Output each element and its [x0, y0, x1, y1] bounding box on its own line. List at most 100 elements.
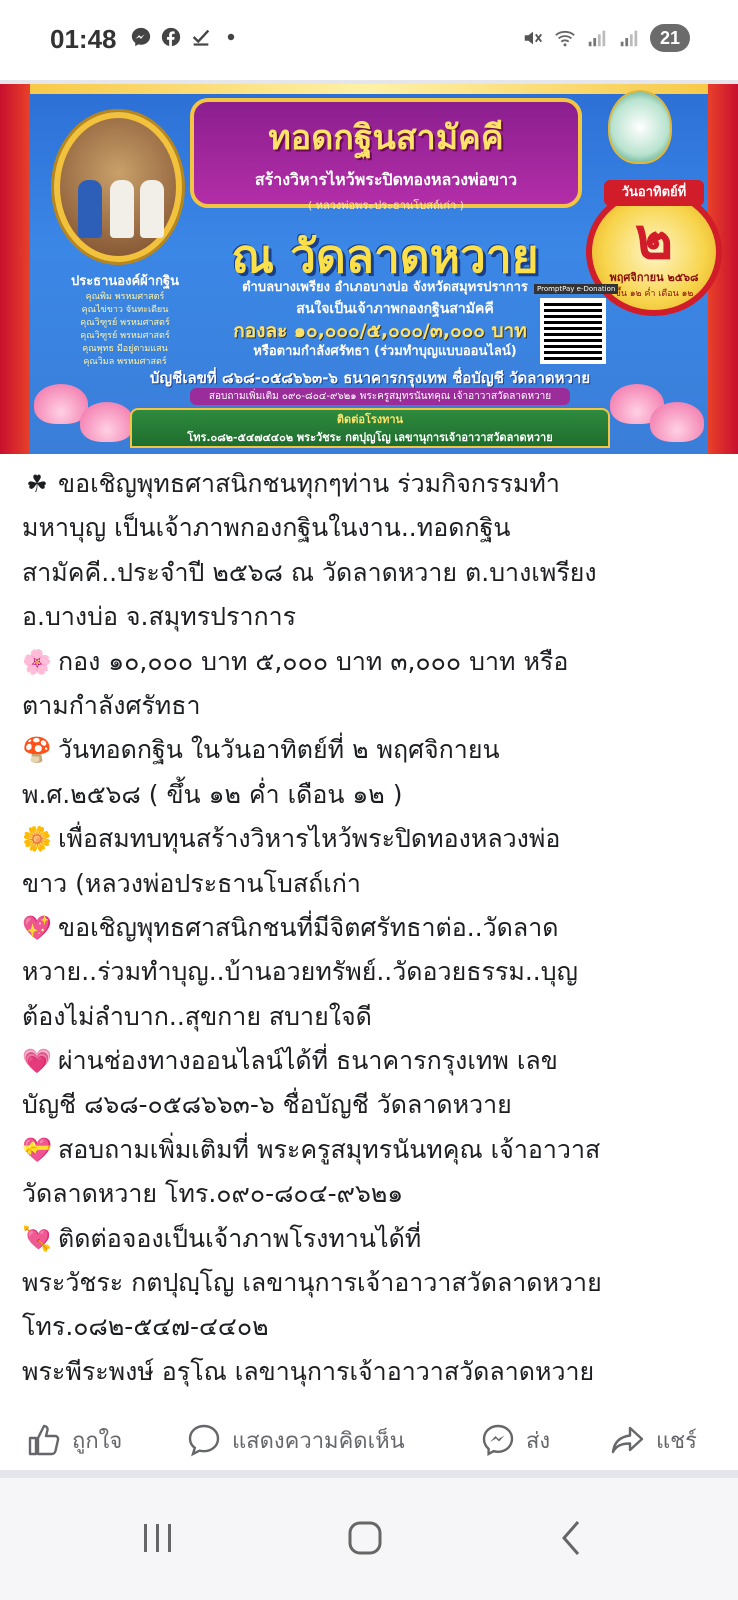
post-line-text: สามัคคี..ประจำปี ๒๕๖๘ ณ วัดลาดหวาย ต.บาง… [22, 557, 597, 587]
cherry-blossom-icon: 🌸 [22, 647, 52, 676]
heart-arrow-icon: 💘 [22, 1224, 52, 1253]
chair-name: คุณวิฑูรย์ พรหมศาสตร์ [80, 318, 170, 328]
banner-gold-trim [30, 84, 708, 94]
post-image-banner[interactable]: ทอดกฐินสามัคคี สร้างวิหารไหว้พระปิดทองหล… [0, 84, 738, 454]
chair-name: คุณพุทธ มีอยู่ตามแสน [82, 344, 168, 354]
banner-location: ตำบลบางเพรียง อำเภอบางบ่อ จังหวัดสมุทรปร… [242, 280, 528, 295]
chair-title: ประธานองค์ผ้ากฐิน [70, 274, 180, 289]
qr-label: PromptPay e-Donation [534, 284, 619, 294]
post-line: อ.บางบ่อ จ.สมุทรปราการ [22, 595, 722, 639]
banner-title: ทอดกฐินสามัคคี [268, 118, 504, 158]
banner-frame [0, 84, 30, 454]
like-button[interactable]: ถูกใจ [26, 1422, 122, 1458]
back-icon[interactable] [550, 1516, 594, 1560]
post-line: บัญชี ๘๖๘-๐๕๘๖๖๓-๖ ชื่อบัญชี วัดลาดหวาย [22, 1083, 722, 1127]
like-label: ถูกใจ [72, 1428, 123, 1454]
status-notification-icons [130, 26, 242, 48]
status-time: 01:48 [50, 24, 117, 54]
messenger-icon [482, 1424, 514, 1457]
post-line-text: กอง ๑๐,๐๐๐ บาท ๕,๐๐๐ บาท ๓,๐๐๐ บาท หรือ [58, 646, 569, 676]
heart-ribbon-icon: 💝 [22, 1135, 52, 1164]
chair-name: คุณวิฑูรย์ พรหมศาสตร์ [80, 331, 170, 341]
growing-heart-icon: 💗 [22, 1047, 52, 1076]
inquiry-line: สอบถามเพิ่มเติม ๐๙๐-๘๐๔-๙๖๒๑ พระครูสมุทร… [190, 388, 570, 405]
post-line: วัดลาดหวาย โทร.๐๙๐-๘๐๔-๙๖๒๑ [22, 1172, 722, 1216]
date-badge: ๒ พฤศจิกายน ๒๕๖๘ ขึ้น ๑๒ ค่ำ เดือน ๑๒ [586, 188, 722, 316]
comment-label: แสดงความคิดเห็น [232, 1428, 405, 1454]
chair-name: คุณพิม พรหมศาสตร์ [85, 292, 165, 302]
post-line: 💝 สอบถามเพิ่มเติมที่ พระครูสมุทรนันทคุณ เ… [22, 1128, 722, 1172]
post-line-text: ตามกำลังศรัทธา [22, 690, 201, 720]
post-line: 💗 ผ่านช่องทางออนไลน์ได้ที่ ธนาคารกรุงเทพ … [22, 1039, 722, 1083]
download-check-icon [192, 29, 210, 46]
post-line: หวาย..ร่วมทำบุญ..บ้านอวยทรัพย์..วัดอวยธร… [22, 950, 722, 994]
post-line-text: มหาบุญ เป็นเจ้าภาพกองกฐินในงาน..ทอดกฐิน [22, 513, 511, 543]
post-line-text: พ.ศ.๒๕๖๘ ( ขึ้น ๑๒ ค่ำ เดือน ๑๒ ) [22, 779, 403, 809]
post-body: ☘ ขอเชิญพุทธศาสนิกชนทุกๆท่าน ร่วมกิจกรรมท… [22, 462, 722, 1394]
account-line: บัญชีเลขที่ ๘๖๘-๐๕๘๖๖๓-๖ ธนาคารกรุงเทพ ช… [149, 369, 591, 387]
recent-apps-icon[interactable] [136, 1516, 180, 1560]
post-line-text: หวาย..ร่วมทำบุญ..บ้านอวยทรัพย์..วัดอวยธร… [22, 957, 578, 987]
facebook-icon [161, 27, 181, 47]
qr-code-icon [540, 298, 606, 364]
comment-icon [188, 1424, 220, 1457]
post-line-text: วัดลาดหวาย โทร.๐๙๐-๘๐๔-๙๖๒๑ [22, 1179, 404, 1209]
post-line-text: พระวัชระ กตปุญฺโญ เลขานุการเจ้าอาวาสวัดล… [22, 1268, 602, 1298]
post-line: พระวัชระ กตปุญฺโญ เลขานุการเจ้าอาวาสวัดล… [22, 1261, 722, 1305]
share-label: แชร์ [656, 1428, 697, 1454]
post-line: ต้องไม่ลำบาก..สุขกาย สบายใจดี [22, 995, 722, 1039]
post-line-text: ต้องไม่ลำบาก..สุขกาย สบายใจดี [22, 1001, 372, 1031]
signal-icon [620, 30, 638, 47]
dot-icon [227, 33, 235, 41]
banner-subtitle-note: ( หลวงพ่อพระประธานโบสถ์เก่า ) [307, 199, 465, 212]
post-line: ขาว (หลวงพ่อประธานโบสถ์เก่า [22, 862, 722, 906]
chair-list: ประธานองค์ผ้ากฐิน คุณพิม พรหมศาสตร์ คุณไ… [40, 270, 210, 369]
date-day: ๒ [634, 204, 674, 272]
send-button[interactable]: ส่ง [480, 1422, 550, 1458]
post-line-text: พระพีระพงษ์ อรุโณ เลขานุการเจ้าอาวาสวัดล… [22, 1356, 595, 1386]
post-line-text: วันทอดกฐิน ในวันอาทิตย์ที่ ๒ พฤศจิกายน [58, 735, 500, 765]
post-line: 🍄 วันทอดกฐิน ในวันอาทิตย์ที่ ๒ พฤศจิกายน [22, 728, 722, 772]
post-line-text: ขอเชิญพุทธศาสนิกชนที่มีจิตศรัทธาต่อ..วัด… [58, 912, 559, 942]
contact-bar: ติดต่อโรงทาน โทร.๐๘๒-๕๔๗๔๔๐๒ พระวัชระ กต… [130, 408, 610, 448]
date-header: วันอาทิตย์ที่ [604, 180, 704, 206]
post-line-text: ผ่านช่องทางออนไลน์ได้ที่ ธนาคารกรุงเทพ เ… [58, 1046, 558, 1076]
post-actions: ถูกใจ แสดงความคิดเห็น ส่ง แชร์ [0, 1412, 738, 1464]
portrait-person [140, 180, 164, 238]
post-line-text: อ.บางบ่อ จ.สมุทรปราการ [22, 602, 297, 632]
share-arrow-icon [611, 1426, 644, 1454]
post-line: 💖 ขอเชิญพุทธศาสนิกชนที่มีจิตศรัทธาต่อ..วั… [22, 906, 722, 950]
post-line-text: ติดต่อจองเป็นเจ้าภาพโรงทานได้ที่ [58, 1223, 422, 1253]
send-label: ส่ง [526, 1428, 551, 1454]
post-line-text: ขาว (หลวงพ่อประธานโบสถ์เก่า [22, 868, 361, 898]
system-nav-bar [0, 1478, 738, 1600]
chair-name: คุณไข่ขาว จันทะเดียน [81, 305, 169, 315]
contact-text: โทร.๐๘๒-๕๔๗๔๔๐๒ พระวัชระ กตปุญโญ เลขานุก… [187, 431, 553, 444]
post-line-text: บัญชี ๘๖๘-๐๕๘๖๖๓-๖ ชื่อบัญชี วัดลาดหวาย [22, 1090, 512, 1120]
post-line: 🌸 กอง ๑๐,๐๐๐ บาท ๕,๐๐๐ บาท ๓,๐๐๐ บาท หรือ [22, 640, 722, 684]
battery-indicator: 21 [649, 24, 690, 52]
sparkling-heart-icon: 💖 [22, 913, 52, 942]
lotus-icon [650, 402, 704, 442]
contact-title: ติดต่อโรงทาน [336, 413, 404, 426]
banner-subtitle: สร้างวิหารไหว้พระปิดทองหลวงพ่อขาว [254, 170, 518, 189]
post-line: ตามกำลังศรัทธา [22, 684, 722, 728]
temple-seal-icon [608, 90, 672, 164]
status-bar: 01:48 21 [0, 0, 738, 80]
post-line: สามัคคี..ประจำปี ๒๕๖๘ ณ วัดลาดหวาย ต.บาง… [22, 551, 722, 595]
home-icon[interactable] [343, 1516, 387, 1560]
messenger-icon [131, 27, 151, 47]
divider [0, 1470, 738, 1478]
mute-icon [524, 31, 542, 45]
post-line: พระพีระพงษ์ อรุโณ เลขานุการเจ้าอาวาสวัดล… [22, 1350, 722, 1394]
wifi-icon [555, 30, 575, 47]
comment-button[interactable]: แสดงความคิดเห็น [186, 1422, 405, 1458]
post-line: 🌼 เพื่อสมทบทุนสร้างวิหารไหว้พระปิดทองหลวง… [22, 817, 722, 861]
clover-icon: ☘ [26, 470, 48, 498]
share-button[interactable]: แชร์ [610, 1422, 697, 1458]
post-line-text: เพื่อสมทบทุนสร้างวิหารไหว้พระปิดทองหลวงพ… [58, 824, 561, 854]
mushroom-icon: 🍄 [22, 736, 52, 765]
thumbs-up-icon [28, 1424, 60, 1456]
blossom-icon: 🌼 [22, 825, 52, 854]
post-line: มหาบุญ เป็นเจ้าภาพกองกฐินในงาน..ทอดกฐิน [22, 506, 722, 550]
